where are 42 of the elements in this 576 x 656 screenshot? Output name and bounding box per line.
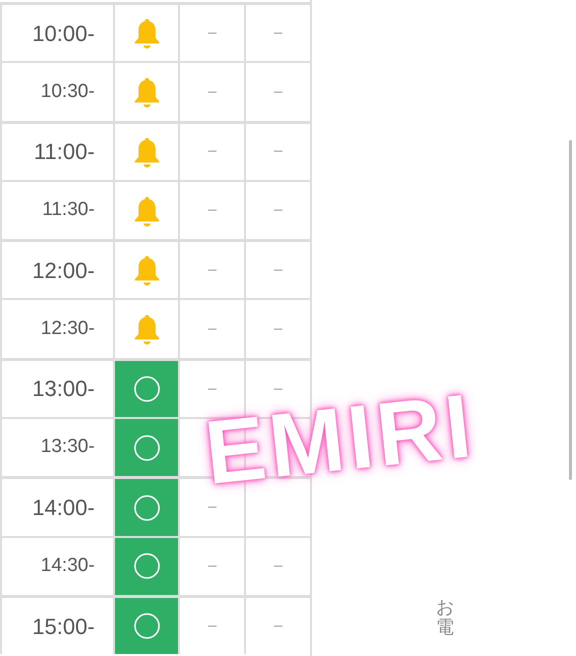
bell-icon <box>132 313 161 346</box>
dash-text: – <box>274 200 282 220</box>
dash-text: – <box>208 260 217 280</box>
circle-icon <box>132 552 161 580</box>
dash-text: – <box>208 616 217 636</box>
dash-text: – <box>208 82 217 102</box>
time-label: 10:00- <box>32 20 95 48</box>
dash-text: – <box>274 378 282 397</box>
bell-icon <box>132 254 161 286</box>
dash-text: – <box>274 616 282 636</box>
circle-icon <box>132 612 161 640</box>
vertical-text: お電 <box>436 597 454 637</box>
time-label: 11:00- <box>34 138 95 166</box>
dash-text: – <box>208 22 217 43</box>
bell-icon <box>132 17 161 50</box>
dash-text: – <box>208 318 217 339</box>
time-label: 14:00- <box>32 494 95 522</box>
time-label: 13:30- <box>40 435 95 460</box>
time-label: 15:00- <box>32 612 95 641</box>
dash-text: – <box>208 556 217 576</box>
time-label: 11:30- <box>42 198 95 222</box>
circle-icon <box>132 374 161 403</box>
dash-text: – <box>274 318 282 339</box>
bell-icon <box>132 136 161 168</box>
bell-icon <box>132 194 161 227</box>
dash-text: – <box>274 141 282 162</box>
time-label: 10:30- <box>40 80 95 104</box>
dash-text: – <box>208 141 217 162</box>
dash-text: – <box>208 378 217 397</box>
time-label: 12:00- <box>32 256 95 285</box>
time-label: 14:30- <box>40 554 95 578</box>
dash-text: – <box>208 200 217 220</box>
bell-icon <box>132 76 161 108</box>
dash-text: – <box>274 260 282 280</box>
time-label: 13:00- <box>32 375 95 404</box>
time-label: 12:30- <box>40 316 95 341</box>
dash-text: – <box>274 556 282 576</box>
dash-text: – <box>274 22 282 43</box>
circle-icon <box>132 434 161 462</box>
circle-icon <box>132 494 161 522</box>
dash-text: – <box>274 82 282 102</box>
dash-text: – <box>208 497 217 518</box>
